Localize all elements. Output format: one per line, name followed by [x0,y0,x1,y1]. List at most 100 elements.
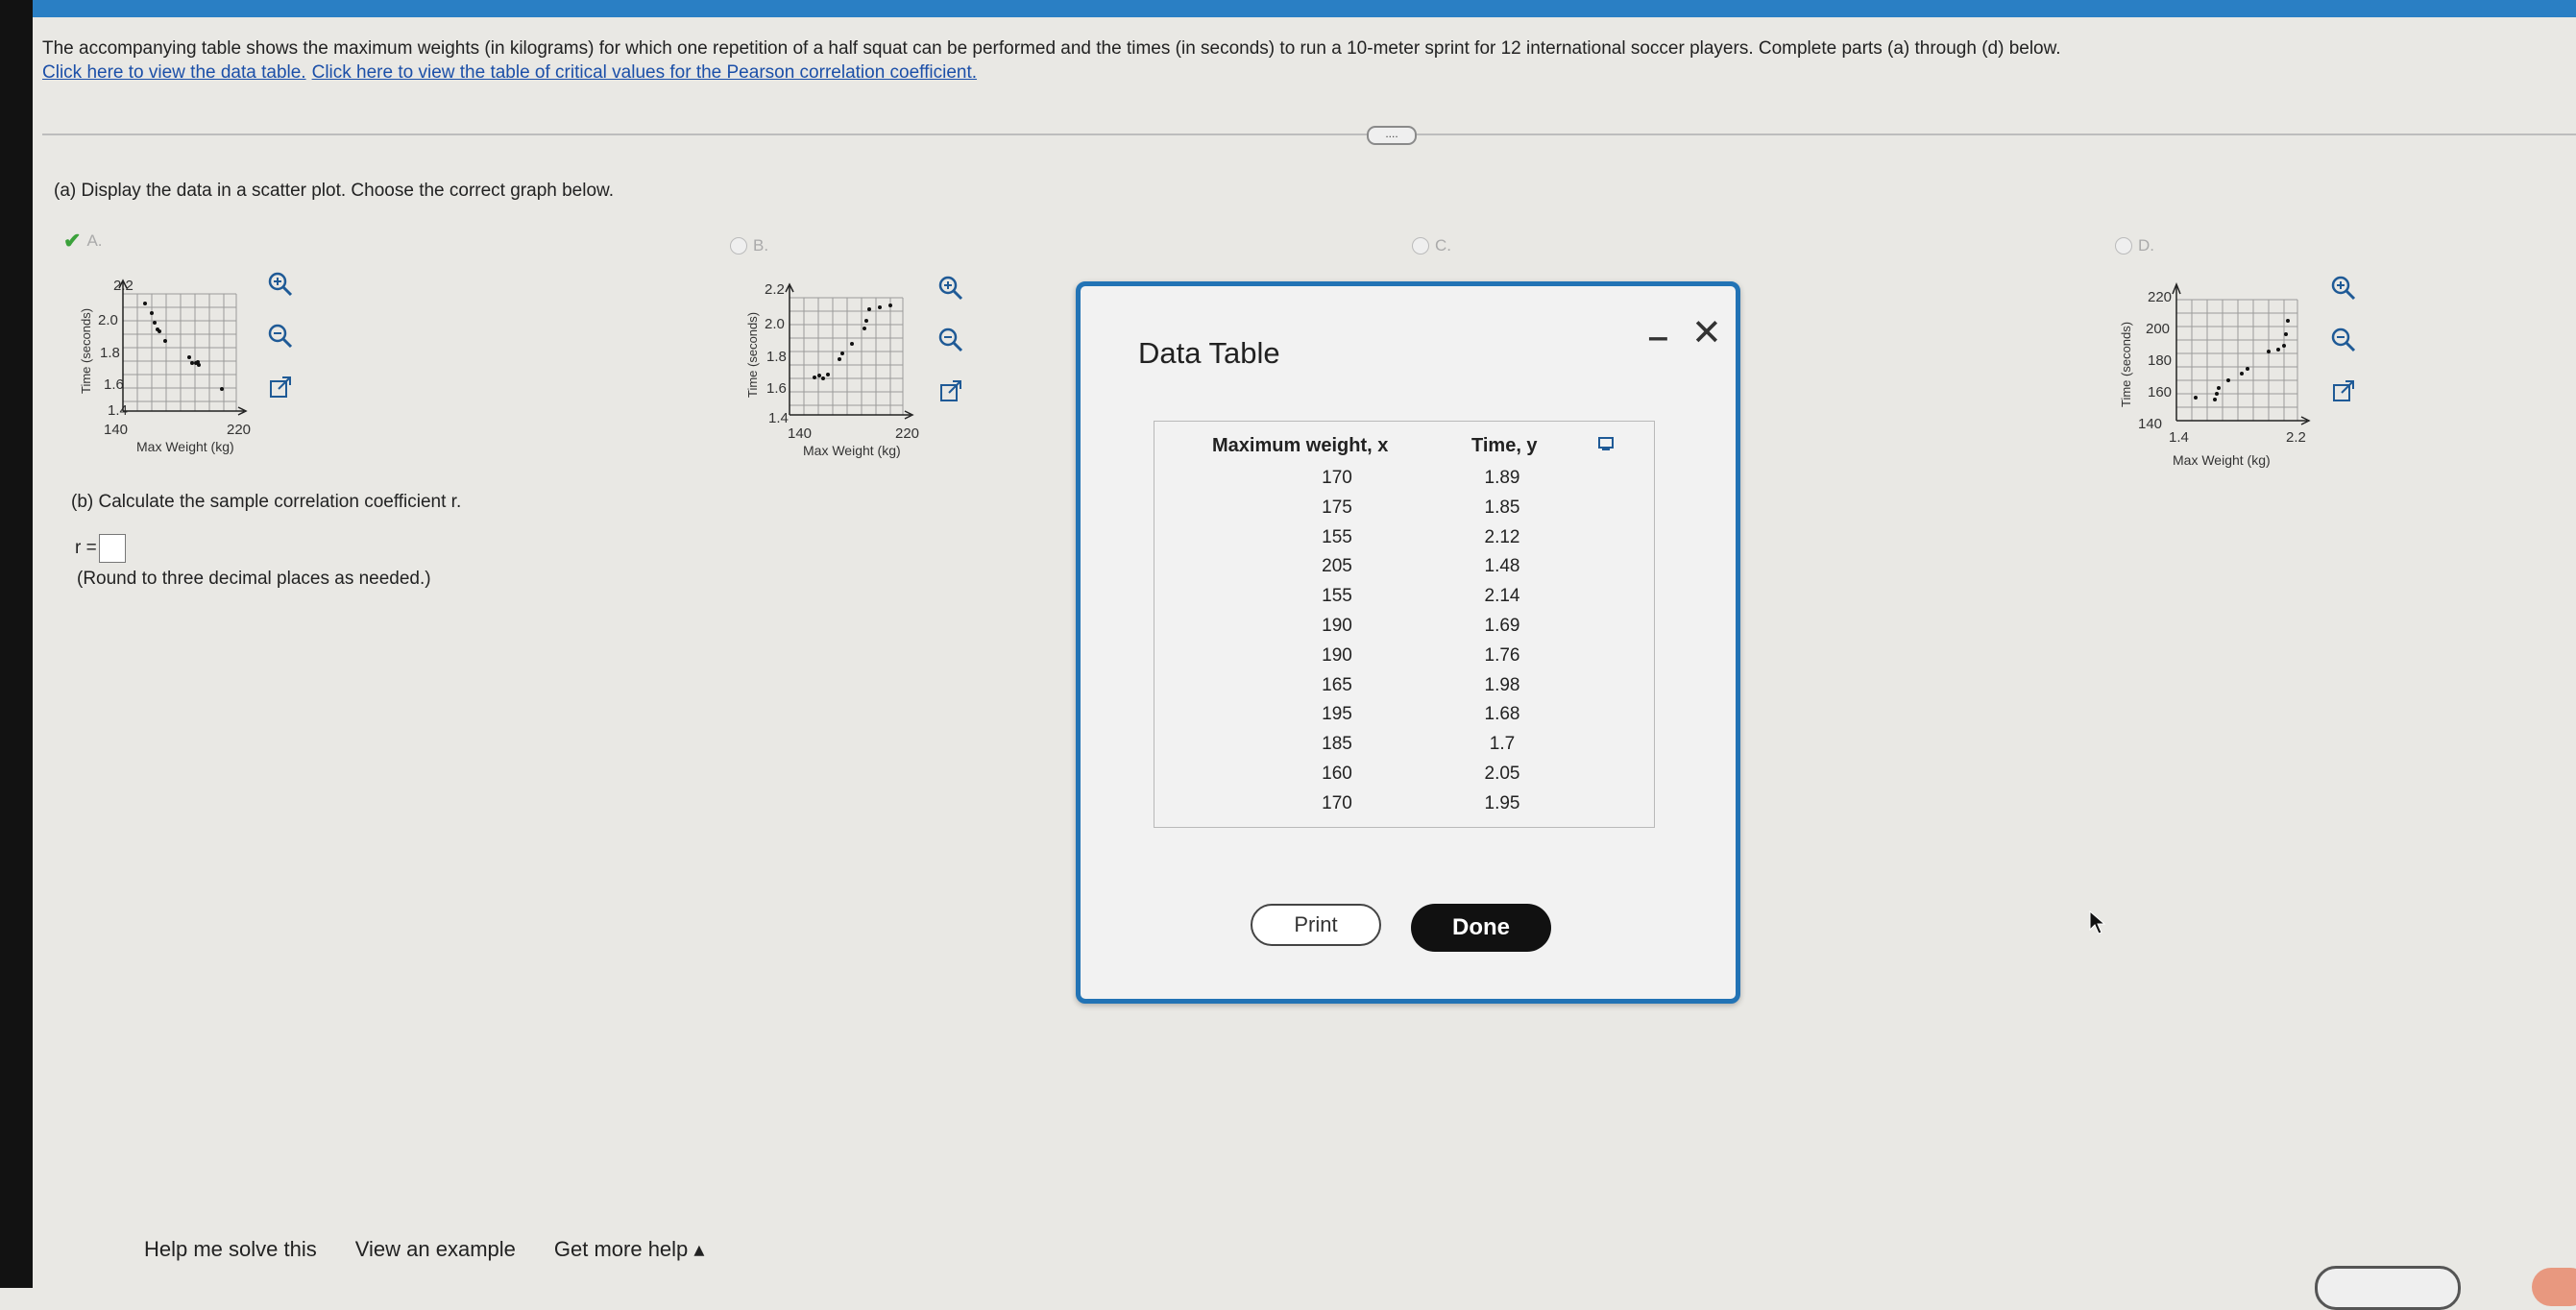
zoom-out-icon[interactable] [936,321,966,359]
table-row: 170 1.89 [1154,468,1654,497]
r-answer-row: r = [75,534,126,563]
cell-max-weight: 160 [1322,764,1352,784]
minimize-icon[interactable]: ‒ [1649,319,1667,356]
cell-time: 1.68 [1484,704,1520,725]
x-tick: 220 [895,425,919,442]
column-header-x: Maximum weight, x [1212,435,1389,456]
cell-max-weight: 165 [1322,674,1352,695]
y-tick: 160 [2148,384,2172,400]
table-row: 190 1.76 [1154,645,1654,675]
choice-b-radio[interactable] [730,237,747,255]
data-table-dialog: Data Table ‒ ✕ Maximum weight, x Time, y… [1076,281,1740,1004]
x-tick: 140 [104,422,128,438]
x-tick: 220 [227,422,251,438]
cell-time: 1.89 [1484,468,1520,488]
cell-max-weight: 170 [1322,792,1352,813]
help-bar: Help me solve this View an example Get m… [144,1237,704,1262]
view-example-button[interactable]: View an example [355,1237,516,1262]
y-tick: 1.6 [104,376,124,393]
choice-d-graph: Time (seconds) 220 200 180 160 140 1.4 2… [2115,273,2326,474]
column-header-y: Time, y [1471,435,1538,456]
table-row: 165 1.98 [1154,675,1654,705]
choice-b-graph: Time (seconds) 2.2 2.0 1.8 1.6 1.4 140 2… [741,273,934,465]
zoom-out-icon[interactable] [265,317,296,355]
choice-a-tools [265,265,296,407]
next-button[interactable] [2532,1268,2576,1306]
check-icon: ✔ [63,229,82,253]
table-row: 160 2.05 [1154,764,1654,793]
critical-values-link[interactable]: Click here to view the table of critical… [312,62,977,83]
divider [42,133,2576,135]
print-button[interactable]: Print [1251,904,1381,946]
done-button[interactable]: Done [1411,904,1551,952]
choice-c-radio[interactable] [1412,237,1429,255]
y-axis-label: Time (seconds) [79,308,93,394]
y-tick: 2.0 [765,316,785,332]
x-tick: 140 [788,425,812,442]
open-external-icon[interactable] [936,373,966,411]
screen-bezel [0,0,33,1288]
y-tick: 2.2 [765,281,785,298]
choice-b-tools [936,269,966,411]
copy-icon[interactable] [1596,435,1616,457]
choice-b-label[interactable]: B. [730,236,768,255]
choice-c-label[interactable]: C. [1412,236,1451,255]
question-links: Click here to view the data table. Click … [42,61,2501,85]
y-tick: 180 [2148,352,2172,369]
y-tick: 1.8 [766,349,787,365]
cell-time: 1.98 [1484,674,1520,695]
data-table: Maximum weight, x Time, y 170 1.89 175 1.85… [1154,421,1655,828]
x-tick: 2.2 [2286,429,2306,446]
zoom-in-icon[interactable] [936,269,966,307]
cell-time: 1.48 [1484,556,1520,577]
top-banner [0,0,2576,17]
choice-b-letter: B. [753,236,769,255]
cell-time: 1.7 [1489,734,1516,755]
question-block: The accompanying table shows the maximum… [42,36,2501,85]
open-external-icon[interactable] [265,369,296,407]
part-b-prompt: (b) Calculate the sample correlation coe… [71,492,462,512]
cell-max-weight: 170 [1322,468,1352,488]
y-tick: 1.6 [766,380,787,397]
cell-max-weight: 155 [1322,586,1352,607]
cell-time: 1.85 [1484,497,1520,518]
data-table-link[interactable]: Click here to view the data table. [42,62,306,83]
table-row: 190 1.69 [1154,616,1654,645]
y-tick: 1.8 [100,345,120,361]
zoom-in-icon[interactable] [2328,269,2359,307]
zoom-out-icon[interactable] [2328,321,2359,359]
y-tick: 220 [2148,289,2172,305]
part-a-prompt: (a) Display the data in a scatter plot. … [54,181,614,201]
r-label: r = [75,538,97,558]
zoom-in-icon[interactable] [265,265,296,303]
y-tick: 140 [2138,416,2162,432]
choice-d-points [2194,319,2290,401]
expand-more-button[interactable]: .... [1367,126,1417,145]
cell-max-weight: 205 [1322,556,1352,577]
y-tick: 1.4 [768,410,789,426]
cell-time: 1.76 [1484,644,1520,666]
check-answer-button[interactable] [2315,1266,2461,1310]
choice-a-points [143,302,224,391]
table-row: 195 1.68 [1154,704,1654,734]
get-more-help-button[interactable]: Get more help ▴ [554,1237,705,1262]
choice-d-radio[interactable] [2115,237,2132,255]
table-row: 175 1.85 [1154,497,1654,527]
close-icon[interactable]: ✕ [1691,311,1722,354]
cell-time: 2.12 [1484,526,1520,547]
r-input[interactable] [98,534,126,563]
cell-max-weight: 195 [1322,704,1352,725]
help-me-solve-button[interactable]: Help me solve this [144,1237,317,1262]
y-axis-label: Time (seconds) [745,312,760,398]
table-row: 205 1.48 [1154,556,1654,586]
y-tick: 200 [2146,321,2170,337]
cell-max-weight: 190 [1322,616,1352,636]
cell-time: 1.95 [1484,792,1520,813]
cell-time: 2.14 [1484,586,1520,607]
choice-d-label[interactable]: D. [2115,236,2154,255]
table-row: 155 2.12 [1154,527,1654,557]
cell-max-weight: 185 [1322,734,1352,755]
open-external-icon[interactable] [2328,373,2359,411]
choice-a-label[interactable]: ✔ A. [63,229,103,254]
question-text: The accompanying table shows the maximum… [42,38,2061,59]
